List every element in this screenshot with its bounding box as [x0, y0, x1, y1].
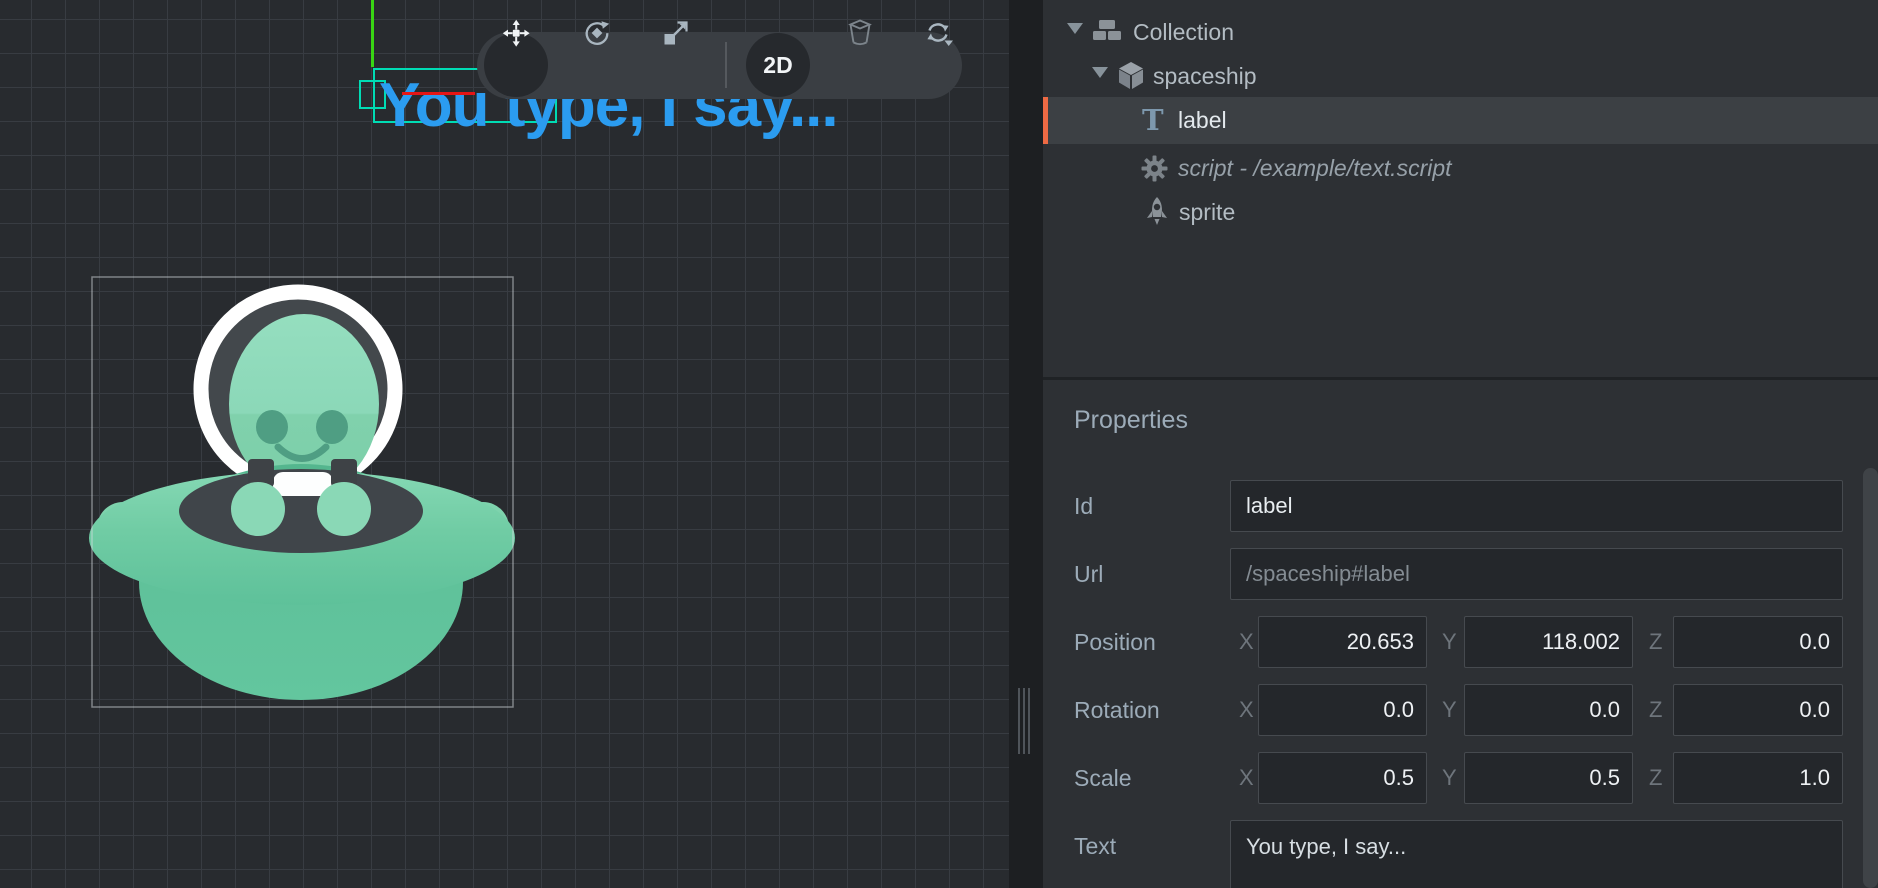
scale-z-axis-label: Z [1649, 765, 1662, 791]
outline-item-label-node[interactable]: T label [1043, 97, 1878, 144]
move-icon [503, 20, 530, 47]
scale-x-axis-label: X [1239, 765, 1254, 791]
outline-item-label: script - /example/text.script [1178, 155, 1452, 182]
scale-icon [665, 23, 687, 45]
camera-refresh-button[interactable] [922, 17, 954, 49]
position-z-axis-label: Z [1649, 629, 1662, 655]
scale-z-field[interactable]: 1.0 [1673, 752, 1843, 804]
outline-item-sprite[interactable]: sprite [1043, 190, 1878, 234]
splitter-grip-icon [1018, 688, 1032, 754]
frustum-culling-button[interactable] [844, 17, 876, 49]
collection-icon [1092, 18, 1122, 44]
right-panel: Collection spaceship T label [1043, 0, 1878, 888]
outline-item-script[interactable]: script - /example/text.script [1043, 146, 1878, 190]
rotation-z-axis-label: Z [1649, 697, 1662, 723]
move-gizmo-y-axis[interactable] [371, 0, 374, 67]
alien-eye-right [316, 410, 348, 444]
spaceship-sprite[interactable] [70, 260, 530, 720]
rotation-y-axis-label: Y [1442, 697, 1457, 723]
position-x-field[interactable]: 20.653 [1258, 616, 1427, 668]
properties-title: Properties [1074, 406, 1188, 435]
editor-window: You type, I say... [0, 0, 1878, 888]
properties-scrollbar-thumb[interactable] [1863, 468, 1878, 888]
alien-hand-right [317, 482, 371, 536]
rotate-tool-button[interactable] [581, 17, 613, 49]
script-gear-icon [1141, 155, 1168, 182]
scale-y-axis-label: Y [1442, 765, 1457, 791]
game-object-icon [1117, 61, 1145, 91]
chevron-expanded-icon[interactable] [1067, 23, 1083, 34]
scale-label: Scale [1074, 765, 1132, 792]
outline-item-spaceship[interactable]: spaceship [1043, 54, 1878, 98]
id-label: Id [1074, 493, 1093, 520]
url-label: Url [1074, 561, 1103, 588]
outline-item-label: sprite [1179, 199, 1235, 226]
outline-item-label: Collection [1133, 19, 1234, 46]
id-field[interactable]: label [1230, 480, 1843, 532]
sprite-rocket-icon [1146, 197, 1168, 227]
outline-item-collection[interactable]: Collection [1043, 10, 1878, 54]
label-type-icon: T [1142, 103, 1164, 137]
camera-refresh-icon [927, 24, 953, 46]
toolbar-separator [725, 42, 727, 88]
scale-y-field[interactable]: 0.5 [1464, 752, 1633, 804]
chevron-expanded-icon[interactable] [1092, 67, 1108, 78]
url-field: /spaceship#label [1230, 548, 1843, 600]
position-y-field[interactable]: 118.002 [1464, 616, 1633, 668]
move-gizmo-x-axis[interactable] [402, 92, 475, 95]
position-y-axis-label: Y [1442, 629, 1457, 655]
position-z-field[interactable]: 0.0 [1673, 616, 1843, 668]
selected-row-accent-bar [1043, 97, 1048, 144]
alien-hand-left [231, 482, 285, 536]
rotation-label: Rotation [1074, 697, 1160, 724]
panel-splitter[interactable] [1009, 0, 1043, 888]
scale-tool-button[interactable] [660, 17, 692, 49]
text-label: Text [1074, 833, 1116, 860]
rotation-x-field[interactable]: 0.0 [1258, 684, 1427, 736]
rotate-icon [587, 21, 609, 44]
outline-properties-divider [1043, 377, 1878, 380]
text-field[interactable]: You type, I say... [1230, 820, 1843, 888]
position-x-axis-label: X [1239, 629, 1254, 655]
scene-viewport[interactable]: You type, I say... [0, 0, 1009, 888]
rotation-x-axis-label: X [1239, 697, 1254, 723]
scene-toolbar [477, 32, 962, 99]
move-tool-button[interactable] [500, 17, 532, 49]
outline-item-label: label [1178, 107, 1227, 134]
2d-mode-button[interactable]: 2D [746, 33, 810, 97]
frustum-icon [851, 21, 870, 45]
rotation-y-field[interactable]: 0.0 [1464, 684, 1633, 736]
alien-eye-left [256, 410, 288, 444]
rotation-z-field[interactable]: 0.0 [1673, 684, 1843, 736]
outline-item-label: spaceship [1153, 63, 1257, 90]
position-label: Position [1074, 629, 1156, 656]
scale-x-field[interactable]: 0.5 [1258, 752, 1427, 804]
